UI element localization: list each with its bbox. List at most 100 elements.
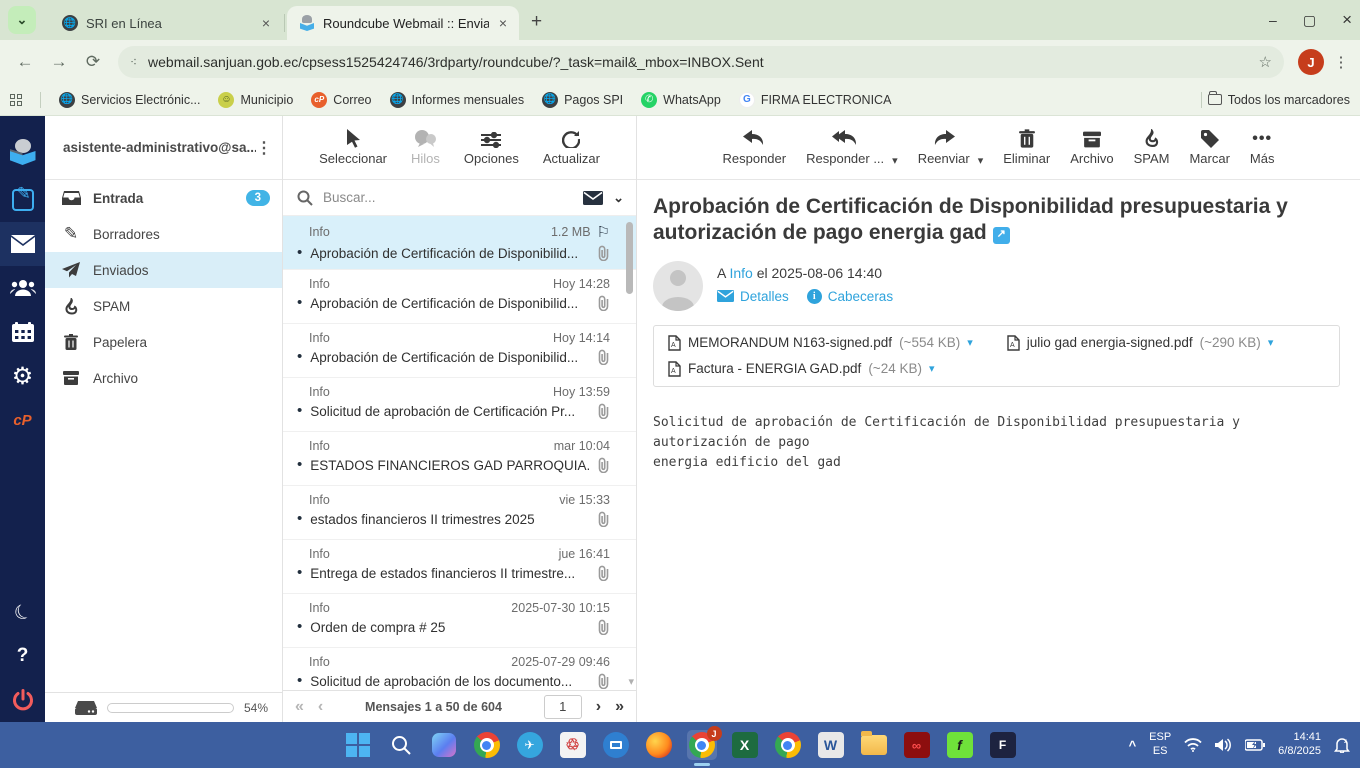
message-row[interactable]: Info vie 15:33 • estados financieros II tr… [283,486,636,540]
attachment-item[interactable]: A Factura - ENERGIA GAD.pdf (~24 KB) ▾ [668,360,1325,377]
message-row[interactable]: Info Hoy 13:59 • Solicitud de aprobación d… [283,378,636,432]
all-bookmarks[interactable]: Todos los marcadores [1200,91,1350,108]
rail-item-contacts[interactable] [0,266,45,310]
account-menu-icon[interactable]: ⋮ [256,138,272,158]
flag-icon[interactable]: ⚐ [597,223,610,241]
tab-sri[interactable]: 🌐 SRI en Línea × [50,6,282,40]
next-page-button[interactable]: › [596,698,601,716]
attachment-item[interactable]: A julio gad energia-signed.pdf (~290 KB)… [1007,334,1274,351]
chrome-profile-2-app[interactable] [773,730,803,760]
message-row[interactable]: Info mar 10:04 • ESTADOS FINANCIEROS GAD P… [283,432,636,486]
tab-roundcube[interactable]: Roundcube Webmail :: Enviados × [287,6,519,40]
archive-button[interactable]: Archivo [1070,126,1114,166]
volume-icon[interactable] [1215,738,1232,752]
compose-button[interactable] [0,178,45,222]
recipient-link[interactable]: Info [729,265,752,281]
site-settings-icon[interactable]: ⁖ [130,55,138,69]
delete-button[interactable]: Eliminar [1003,126,1050,166]
bookmark-servicios[interactable]: 🌐 Servicios Electrónic... [59,91,200,108]
window-maximize-button[interactable]: ▢ [1303,12,1316,29]
bookmark-pagos-spi[interactable]: 🌐 Pagos SPI [542,91,623,108]
start-button[interactable] [343,730,373,760]
open-in-new-window-icon[interactable]: ↗ [992,226,1010,244]
clock[interactable]: 14:41 6/8/2025 [1278,731,1321,759]
bookmark-informes[interactable]: 🌐 Informes mensuales [389,91,524,108]
chrome-app[interactable] [472,730,502,760]
window-minimize-button[interactable]: – [1269,12,1277,28]
remote-desktop-app[interactable] [601,730,631,760]
profile-avatar[interactable]: J [1298,49,1324,75]
rail-item-settings[interactable]: ⚙ [0,354,45,398]
address-bar[interactable]: ⁖ webmail.sanjuan.gob.ec/cpsess152542474… [118,46,1284,78]
wifi-icon[interactable] [1184,738,1202,752]
headers-toggle[interactable]: i Cabeceras [806,288,893,304]
excel-app[interactable]: X [730,730,760,760]
reload-button[interactable]: ⟳ [78,47,108,77]
last-page-button[interactable]: » [615,698,624,716]
tray-chevron-icon[interactable]: ^ [1129,738,1137,753]
logout-button[interactable] [0,678,45,722]
folder-borradores[interactable]: ✎ Borradores [45,216,282,252]
more-button[interactable]: ••• Más [1250,126,1275,166]
search-input[interactable]: Buscar... [323,190,573,205]
message-row[interactable]: Info Hoy 14:28 • Aprobación de Certificaci… [283,270,636,324]
forward-button[interactable]: → [44,47,74,77]
scroll-down-icon[interactable]: ▾ [628,675,634,688]
message-row[interactable]: Info 1.2 MB ⚐ • Aprobación de Certificación… [283,216,636,270]
bookmark-whatsapp[interactable]: ✆ WhatsApp [641,91,721,108]
message-row[interactable]: Info 2025-07-29 09:46 • Solicitud de aprob… [283,648,636,690]
options-button[interactable]: Opciones [464,126,519,166]
reply-all-caret-icon[interactable]: ▾ [892,154,898,167]
prev-page-button[interactable]: ‹ [318,698,323,716]
attachment-menu-icon[interactable]: ▾ [967,336,973,349]
search-bar[interactable]: Buscar... ⌄ [283,180,636,216]
battery-icon[interactable] [1245,739,1266,751]
url-text[interactable]: webmail.sanjuan.gob.ec/cpsess1525424746/… [148,54,1249,70]
details-toggle[interactable]: Detalles [717,289,789,304]
language-indicator[interactable]: ESP ES [1149,731,1171,759]
rail-item-cpanel[interactable]: cP [0,398,45,442]
copilot-app[interactable] [429,730,459,760]
list-scrollbar[interactable] [626,220,633,672]
attachment-menu-icon[interactable]: ▾ [1268,336,1274,349]
tab-search-button[interactable]: ⌄ [8,6,36,34]
reply-all-button[interactable]: Responder ... [806,126,884,166]
scope-envelope-icon[interactable] [583,190,604,205]
rail-item-calendar[interactable] [0,310,45,354]
acrobat-app[interactable]: ∞ [902,730,932,760]
folder-enviados[interactable]: Enviados [45,252,282,288]
bookmark-firma[interactable]: G FIRMA ELECTRONICA [738,91,891,108]
dark-f-app[interactable]: F [988,730,1018,760]
firefox-app[interactable] [644,730,674,760]
new-tab-button[interactable]: + [531,11,542,33]
roundcube-logo[interactable] [0,126,45,178]
notification-bell-icon[interactable]: z [1334,737,1350,753]
spam-button[interactable]: SPAM [1134,126,1169,166]
green-f-app[interactable]: f [945,730,975,760]
telegram-app[interactable]: ✈ [515,730,545,760]
search-options-chevron-icon[interactable]: ⌄ [613,190,624,206]
taskbar-search[interactable] [386,730,416,760]
bookmark-municipio[interactable]: ☺ Municipio [218,91,293,108]
reply-button[interactable]: Responder [723,126,786,166]
back-button[interactable]: ← [10,47,40,77]
message-row[interactable]: Info jue 16:41 • Entrega de estados financ… [283,540,636,594]
forward-button[interactable]: Reenviar [918,126,970,166]
rail-item-mail[interactable] [0,222,45,266]
bookmark-star-icon[interactable]: ☆ [1259,53,1272,71]
select-button[interactable]: Seleccionar [319,126,387,166]
window-close-button[interactable]: × [1342,10,1352,30]
folder-archivo[interactable]: Archivo [45,360,282,396]
threads-button[interactable]: Hilos [411,126,440,166]
folder-entrada[interactable]: Entrada 3 [45,180,282,216]
mark-button[interactable]: Marcar [1189,126,1230,166]
close-tab-icon[interactable]: × [260,15,272,31]
help-button[interactable]: ? [0,634,45,678]
message-row[interactable]: Info 2025-07-30 10:15 • Orden de compra # … [283,594,636,648]
apps-grid-icon[interactable] [10,93,22,106]
word-app[interactable]: W [816,730,846,760]
recycle-bin-app[interactable]: ♲ [558,730,588,760]
folder-papelera[interactable]: Papelera [45,324,282,360]
attachment-menu-icon[interactable]: ▾ [929,362,935,375]
refresh-button[interactable]: Actualizar [543,126,600,166]
